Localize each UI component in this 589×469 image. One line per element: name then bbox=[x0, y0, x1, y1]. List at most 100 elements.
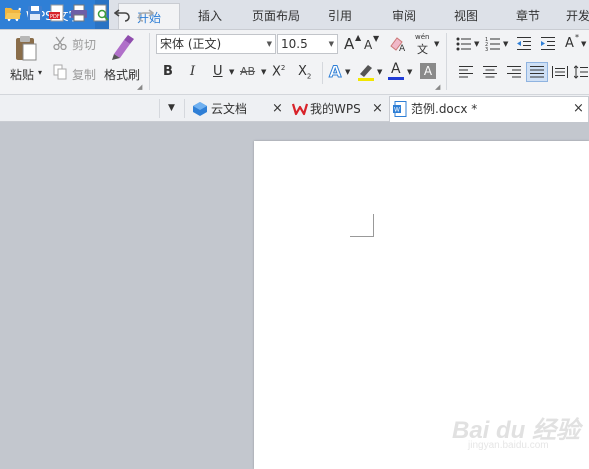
doc-tab-label: 云文档 bbox=[211, 102, 248, 116]
align-left-icon[interactable] bbox=[459, 66, 473, 78]
subscript-button[interactable]: X2 bbox=[298, 64, 311, 81]
format-painter-label[interactable]: 格式刷 bbox=[104, 66, 140, 83]
paste-dropdown-arrow[interactable]: ▾ bbox=[38, 68, 42, 77]
toolbar-divider bbox=[184, 99, 185, 118]
doc-tab-cloud-docs[interactable]: 云文档 × bbox=[190, 97, 288, 121]
align-center-icon[interactable] bbox=[483, 66, 497, 78]
chevron-down-icon: ▼ bbox=[328, 40, 334, 48]
tab-review[interactable]: 审阅 bbox=[384, 0, 424, 29]
cut-button-label[interactable]: 剪切 bbox=[72, 36, 96, 53]
pinyin-top-text: wén bbox=[415, 33, 430, 41]
text-effect-button[interactable]: A bbox=[328, 62, 341, 82]
numbered-list-icon[interactable]: 1 2 3 bbox=[485, 36, 501, 52]
svg-text:W: W bbox=[394, 107, 400, 114]
character-shading-button[interactable]: A bbox=[420, 63, 436, 79]
font-name-select[interactable]: 宋体 (正文) ▼ bbox=[156, 34, 276, 54]
italic-button[interactable]: I bbox=[190, 64, 195, 79]
tab-page-layout[interactable]: 页面布局 bbox=[244, 0, 308, 29]
customize-toolbar-dropdown-arrow[interactable]: ▼ bbox=[168, 103, 175, 113]
highlight-pen-icon[interactable] bbox=[356, 62, 376, 82]
margin-corner-mark bbox=[373, 214, 374, 237]
font-size-select[interactable]: 10.5 ▼ bbox=[277, 34, 338, 54]
ribbon-divider bbox=[446, 33, 447, 90]
close-icon[interactable]: × bbox=[573, 97, 584, 121]
bullet-list-icon[interactable] bbox=[456, 37, 472, 51]
print-preview-icon[interactable] bbox=[92, 4, 110, 22]
clipboard-dialog-launcher-icon[interactable]: ◢ bbox=[137, 83, 142, 91]
font-dialog-launcher-icon[interactable]: ◢ bbox=[435, 83, 440, 91]
change-case-icon[interactable]: A bbox=[565, 36, 574, 51]
paste-button-label[interactable]: 粘贴 bbox=[10, 66, 34, 83]
pinyin-dropdown-arrow[interactable]: ▼ bbox=[434, 40, 439, 48]
shrink-font-arrow-icon: ▼ bbox=[373, 34, 380, 43]
chevron-down-icon: ▼ bbox=[266, 40, 272, 48]
character-shading-glyph: A bbox=[423, 64, 433, 78]
highlight-color-swatch bbox=[358, 78, 374, 81]
change-case-dropdown-arrow[interactable]: ▼ bbox=[581, 40, 586, 48]
align-justify-icon bbox=[530, 66, 544, 78]
text-effect-dropdown-arrow[interactable]: ▼ bbox=[345, 68, 350, 76]
svg-text:A: A bbox=[399, 44, 406, 52]
strikethrough-button[interactable]: AB bbox=[240, 65, 255, 78]
font-color-dropdown-arrow[interactable]: ▼ bbox=[407, 68, 412, 76]
font-color-button[interactable]: A bbox=[388, 61, 404, 81]
clear-format-icon[interactable]: A bbox=[389, 36, 407, 52]
watermark-subtext: jingyan.baidu.com bbox=[468, 440, 549, 451]
tab-view[interactable]: 视图 bbox=[446, 0, 486, 29]
word-document-icon: W bbox=[393, 101, 407, 117]
margin-corner-mark bbox=[350, 236, 374, 237]
ribbon-divider bbox=[322, 62, 323, 84]
highlight-dropdown-arrow[interactable]: ▼ bbox=[377, 68, 382, 76]
underline-dropdown-arrow[interactable]: ▼ bbox=[229, 68, 234, 76]
cut-icon[interactable] bbox=[53, 36, 67, 50]
align-right-icon[interactable] bbox=[507, 66, 521, 78]
doc-tab-label: 范例.docx * bbox=[411, 102, 478, 116]
increase-indent-icon[interactable] bbox=[540, 36, 556, 52]
line-spacing-icon[interactable] bbox=[574, 65, 588, 79]
change-case-spark-icon: * bbox=[575, 33, 579, 42]
tab-developer[interactable]: 开发 bbox=[566, 0, 589, 29]
decrease-indent-icon[interactable] bbox=[516, 36, 532, 52]
bold-button[interactable]: B bbox=[163, 64, 173, 79]
grow-font-arrow-icon: ▲ bbox=[355, 33, 362, 42]
shrink-font-button[interactable]: A bbox=[364, 38, 372, 52]
font-size-value: 10.5 bbox=[281, 37, 308, 51]
undo-icon[interactable] bbox=[114, 4, 132, 22]
copy-button-label[interactable]: 复制 bbox=[72, 66, 96, 83]
close-icon[interactable]: × bbox=[272, 97, 283, 121]
paste-icon[interactable] bbox=[14, 34, 38, 62]
ribbon-divider bbox=[149, 33, 150, 90]
tab-sections[interactable]: 章节 bbox=[508, 0, 548, 29]
font-name-value: 宋体 (正文) bbox=[160, 37, 222, 51]
grow-font-button[interactable]: A bbox=[344, 35, 354, 53]
open-icon[interactable] bbox=[4, 4, 22, 22]
doc-tab-label: 我的WPS bbox=[310, 102, 361, 116]
pinyin-bottom-text: 文 bbox=[417, 43, 428, 56]
strikethrough-dropdown-arrow[interactable]: ▼ bbox=[261, 68, 266, 76]
redo-icon[interactable] bbox=[136, 4, 154, 22]
cloud-docs-icon bbox=[193, 102, 207, 116]
close-icon[interactable]: × bbox=[372, 97, 383, 121]
font-color-glyph: A bbox=[391, 61, 401, 77]
format-painter-icon[interactable] bbox=[110, 34, 136, 62]
export-pdf-icon[interactable]: PDF bbox=[48, 4, 66, 22]
copy-icon[interactable] bbox=[53, 64, 67, 80]
font-color-swatch bbox=[388, 77, 404, 80]
subscript-label: X bbox=[298, 64, 307, 79]
numbered-list-dropdown-arrow[interactable]: ▼ bbox=[503, 40, 508, 48]
superscript-button[interactable]: X2 bbox=[272, 64, 285, 79]
doc-tab-my-wps[interactable]: 我的WPS × bbox=[290, 97, 388, 121]
distributed-align-icon[interactable] bbox=[552, 66, 568, 78]
tab-references[interactable]: 引用 bbox=[320, 0, 360, 29]
underline-button[interactable]: U bbox=[213, 64, 223, 79]
wps-red-logo-icon bbox=[292, 103, 308, 116]
svg-text:PDF: PDF bbox=[50, 14, 60, 20]
pinyin-guide-button[interactable]: wén 文 bbox=[414, 33, 434, 56]
print-icon[interactable] bbox=[70, 4, 88, 22]
tab-insert[interactable]: 插入 bbox=[190, 0, 230, 29]
save-icon[interactable] bbox=[26, 4, 44, 22]
bullet-list-dropdown-arrow[interactable]: ▼ bbox=[474, 40, 479, 48]
superscript-label: X bbox=[272, 64, 281, 80]
align-justify-button-active[interactable] bbox=[526, 62, 548, 82]
doc-tab-active-document[interactable]: W 范例.docx * × bbox=[389, 96, 589, 122]
